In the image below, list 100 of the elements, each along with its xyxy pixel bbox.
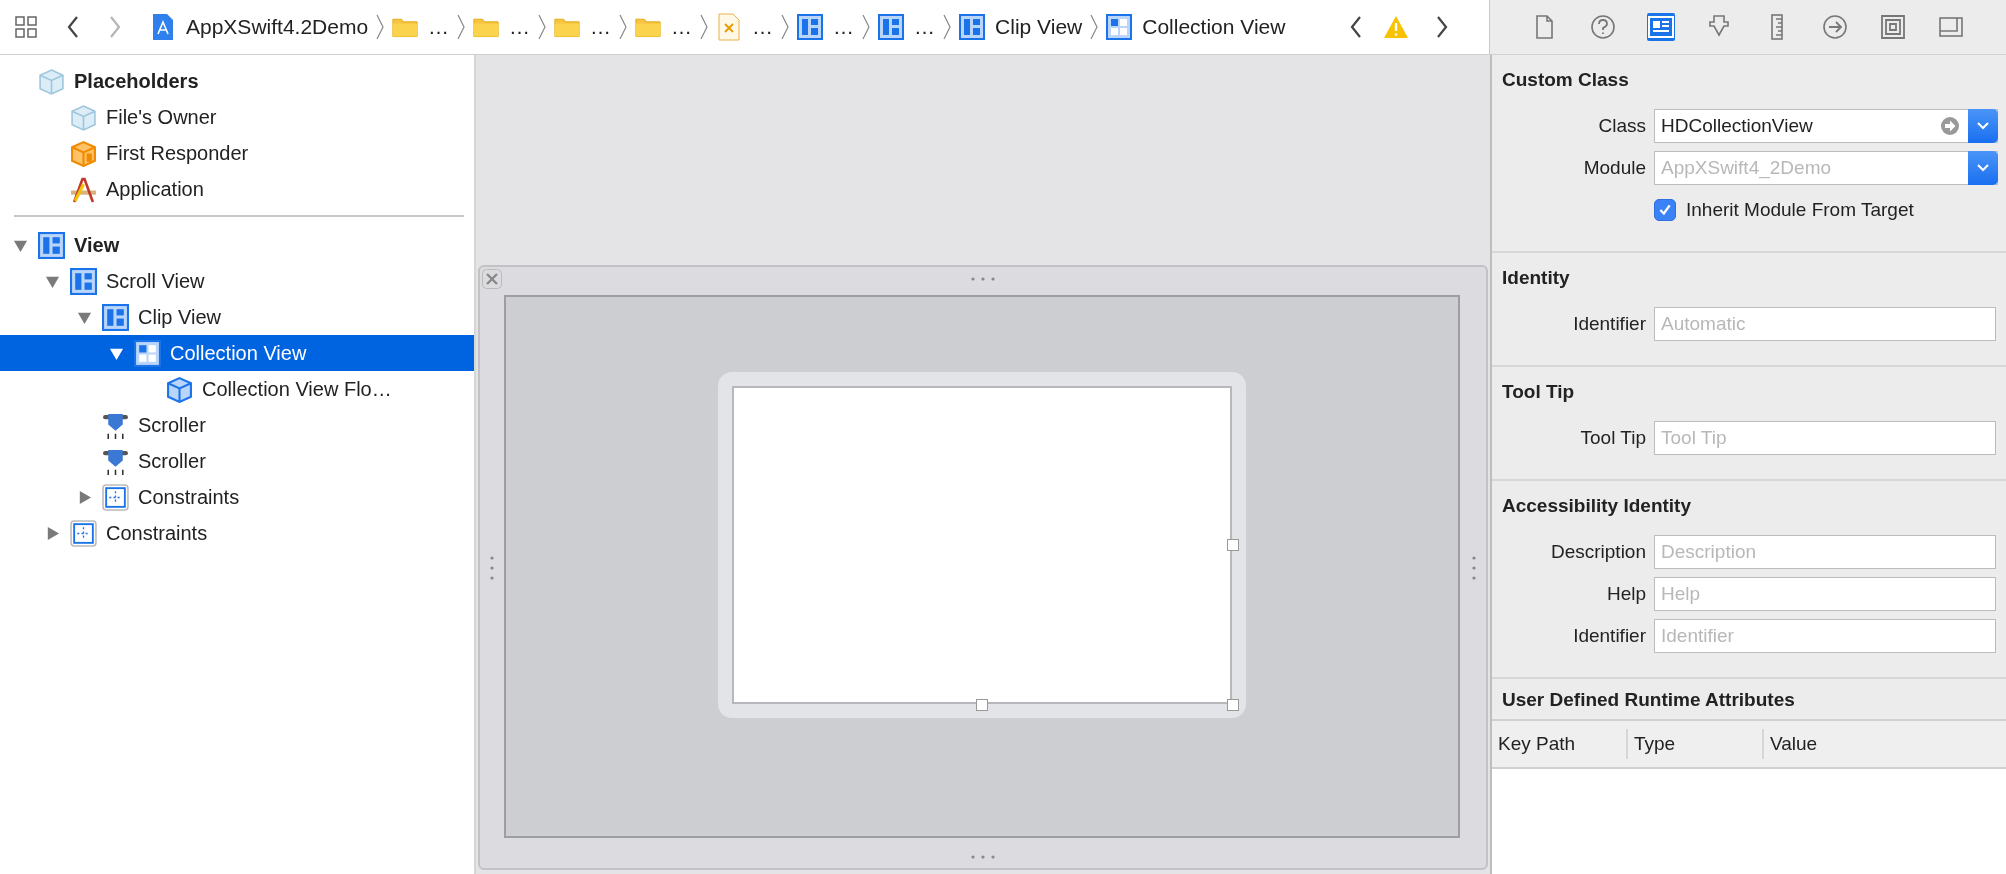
path-item[interactable]: AppXSwift4.2Demo: [150, 13, 369, 41]
cube-icon: [70, 139, 97, 167]
resize-handle[interactable]: [1227, 539, 1239, 551]
tree-item[interactable]: Constraints: [0, 479, 474, 515]
field-label: Identifier: [1572, 313, 1647, 335]
tree-item[interactable]: Collection View: [0, 335, 474, 371]
grip-icon: [970, 277, 996, 281]
section-title: Tool Tip: [1502, 381, 1576, 403]
back-chevron-icon[interactable]: [66, 15, 80, 39]
field-label: Help: [1605, 583, 1647, 605]
tree-item[interactable]: View: [0, 227, 474, 263]
path-separator-icon: [375, 13, 386, 41]
checkbox-label[interactable]: Inherit Module From Target: [1686, 199, 1914, 221]
close-icon[interactable]: [482, 269, 502, 289]
item-label: Scroll View: [106, 269, 205, 293]
path-item[interactable]: …: [635, 13, 693, 41]
tree-item[interactable]: Collection View Flo…: [0, 371, 474, 407]
item-label: Constraints: [138, 485, 240, 509]
item-label: Constraints: [106, 521, 208, 545]
previous-issue-icon[interactable]: [1349, 15, 1363, 39]
field-label: Identifier: [1572, 625, 1647, 647]
path-item[interactable]: …: [716, 13, 774, 41]
field-label: Module: [1582, 157, 1647, 179]
grid-icon: [1106, 14, 1133, 40]
item-label: Scroller: [138, 449, 206, 473]
item-label: View: [74, 233, 120, 257]
checkmark-icon: [1658, 203, 1672, 217]
path-item[interactable]: …: [554, 13, 612, 41]
column-header[interactable]: Key Path: [1492, 729, 1628, 759]
constraints-icon: [102, 483, 129, 511]
tree-item[interactable]: Scroll View: [0, 263, 474, 299]
section-title: User Defined Runtime Attributes: [1501, 689, 1796, 711]
view-icon: [959, 14, 986, 40]
tree-item[interactable]: Clip View: [0, 299, 474, 335]
path-separator-icon: [780, 13, 791, 41]
view-icon: [102, 303, 129, 331]
text-field[interactable]: Identifier: [1654, 619, 1996, 653]
placeholder-item[interactable]: File's Owner: [0, 99, 474, 135]
identity-inspector-icon[interactable]: [1647, 13, 1675, 41]
view-icon: [38, 231, 65, 259]
combo-box[interactable]: HDCollectionView: [1654, 109, 1998, 143]
constraints-icon: [70, 519, 97, 547]
path-item[interactable]: …: [473, 13, 531, 41]
path-separator-icon: [537, 13, 548, 41]
resize-handle[interactable]: [976, 699, 988, 711]
next-issue-icon[interactable]: [1435, 15, 1449, 39]
bindings-inspector-icon[interactable]: [1879, 13, 1907, 41]
help-inspector-icon[interactable]: [1589, 13, 1617, 41]
path-item[interactable]: Collection View: [1106, 14, 1286, 40]
tree-item[interactable]: Constraints: [0, 515, 474, 551]
connections-inspector-icon[interactable]: [1821, 13, 1849, 41]
view-icon: [878, 14, 905, 40]
path-separator-icon: [456, 13, 467, 41]
path-item[interactable]: Clip View: [959, 14, 1083, 40]
section-title: Identity: [1502, 267, 1571, 289]
grip-icon: [490, 554, 494, 581]
path-separator-icon: [861, 13, 872, 41]
field-label: Tool Tip: [1579, 427, 1647, 449]
document-x-icon: [716, 13, 743, 41]
text-field[interactable]: Description: [1654, 535, 1996, 569]
path-separator-icon: [1089, 13, 1100, 41]
item-label: Collection View Flo…: [202, 377, 392, 401]
tree-item[interactable]: Scroller: [0, 407, 474, 443]
path-item[interactable]: …: [392, 13, 450, 41]
text-field[interactable]: Automatic: [1654, 307, 1996, 341]
section-title: Custom Class: [1502, 69, 1630, 91]
item-label: Scroller: [138, 413, 206, 437]
path-item[interactable]: …: [797, 14, 855, 40]
path-separator-icon: [942, 13, 953, 41]
project-file-icon: [150, 13, 176, 41]
grip-icon: [1472, 554, 1476, 581]
view-icon: [70, 267, 97, 295]
checkbox[interactable]: [1654, 199, 1676, 221]
field-label: Description: [1549, 541, 1647, 563]
cube-icon: [38, 67, 65, 95]
section-title: Accessibility Identity: [1502, 495, 1692, 517]
resize-handle[interactable]: [1227, 699, 1239, 711]
grip-icon: [970, 855, 996, 859]
column-header[interactable]: Value: [1764, 729, 1900, 759]
column-header[interactable]: Type: [1628, 729, 1764, 759]
grid-icon: [134, 339, 161, 367]
cube-icon: [70, 103, 97, 131]
scroller-icon: [102, 447, 129, 475]
cube-icon: [166, 375, 193, 403]
text-field[interactable]: Help: [1654, 577, 1996, 611]
placeholder-item[interactable]: First Responder: [0, 135, 474, 171]
field-label: Class: [1597, 115, 1647, 137]
related-items-icon[interactable]: [14, 15, 38, 39]
path-item[interactable]: …: [878, 14, 936, 40]
text-field[interactable]: Tool Tip: [1654, 421, 1996, 455]
item-label: Clip View: [138, 305, 221, 329]
placeholder-item[interactable]: Application: [0, 171, 474, 207]
scroller-icon: [102, 411, 129, 439]
path-separator-icon: [618, 13, 629, 41]
path-separator-icon: [699, 13, 710, 41]
app-tools-icon: [70, 175, 97, 203]
section-title: Placeholders: [74, 69, 199, 93]
tree-item[interactable]: Scroller: [0, 443, 474, 479]
item-label: Collection View: [170, 341, 307, 365]
view-icon: [797, 14, 824, 40]
